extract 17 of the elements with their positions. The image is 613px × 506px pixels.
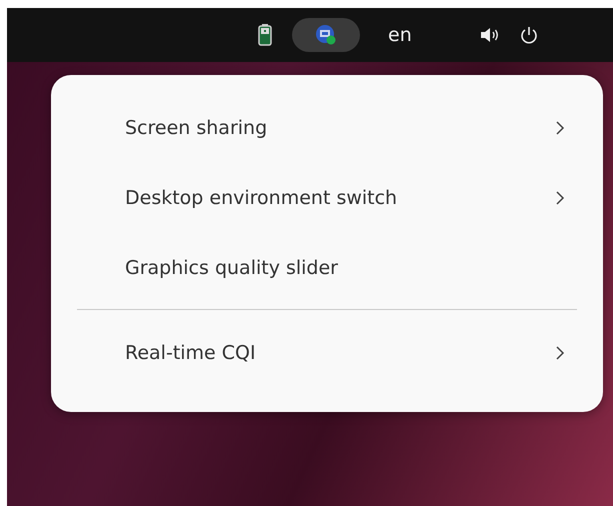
menu-item[interactable]: Desktop environment switch xyxy=(51,163,603,233)
menu-item[interactable]: Screen sharing xyxy=(51,93,603,163)
menu-item[interactable]: Graphics quality slider xyxy=(51,233,603,303)
chevron-right-icon xyxy=(555,120,565,136)
app-indicator[interactable] xyxy=(292,18,360,52)
power-icon xyxy=(520,26,538,44)
menu-item-label: Real-time CQI xyxy=(125,342,256,364)
menu-item-label: Graphics quality slider xyxy=(125,257,338,279)
chevron-right-icon xyxy=(555,345,565,361)
app-icon xyxy=(315,24,337,46)
battery-icon xyxy=(258,24,272,46)
menu-item[interactable]: Real-time CQI xyxy=(51,318,603,388)
chevron-right-icon xyxy=(555,190,565,206)
menu-item-label: Screen sharing xyxy=(125,117,268,139)
speaker-icon xyxy=(480,27,500,43)
menu-item-label: Desktop environment switch xyxy=(125,187,398,209)
language-indicator[interactable]: en xyxy=(378,18,422,52)
